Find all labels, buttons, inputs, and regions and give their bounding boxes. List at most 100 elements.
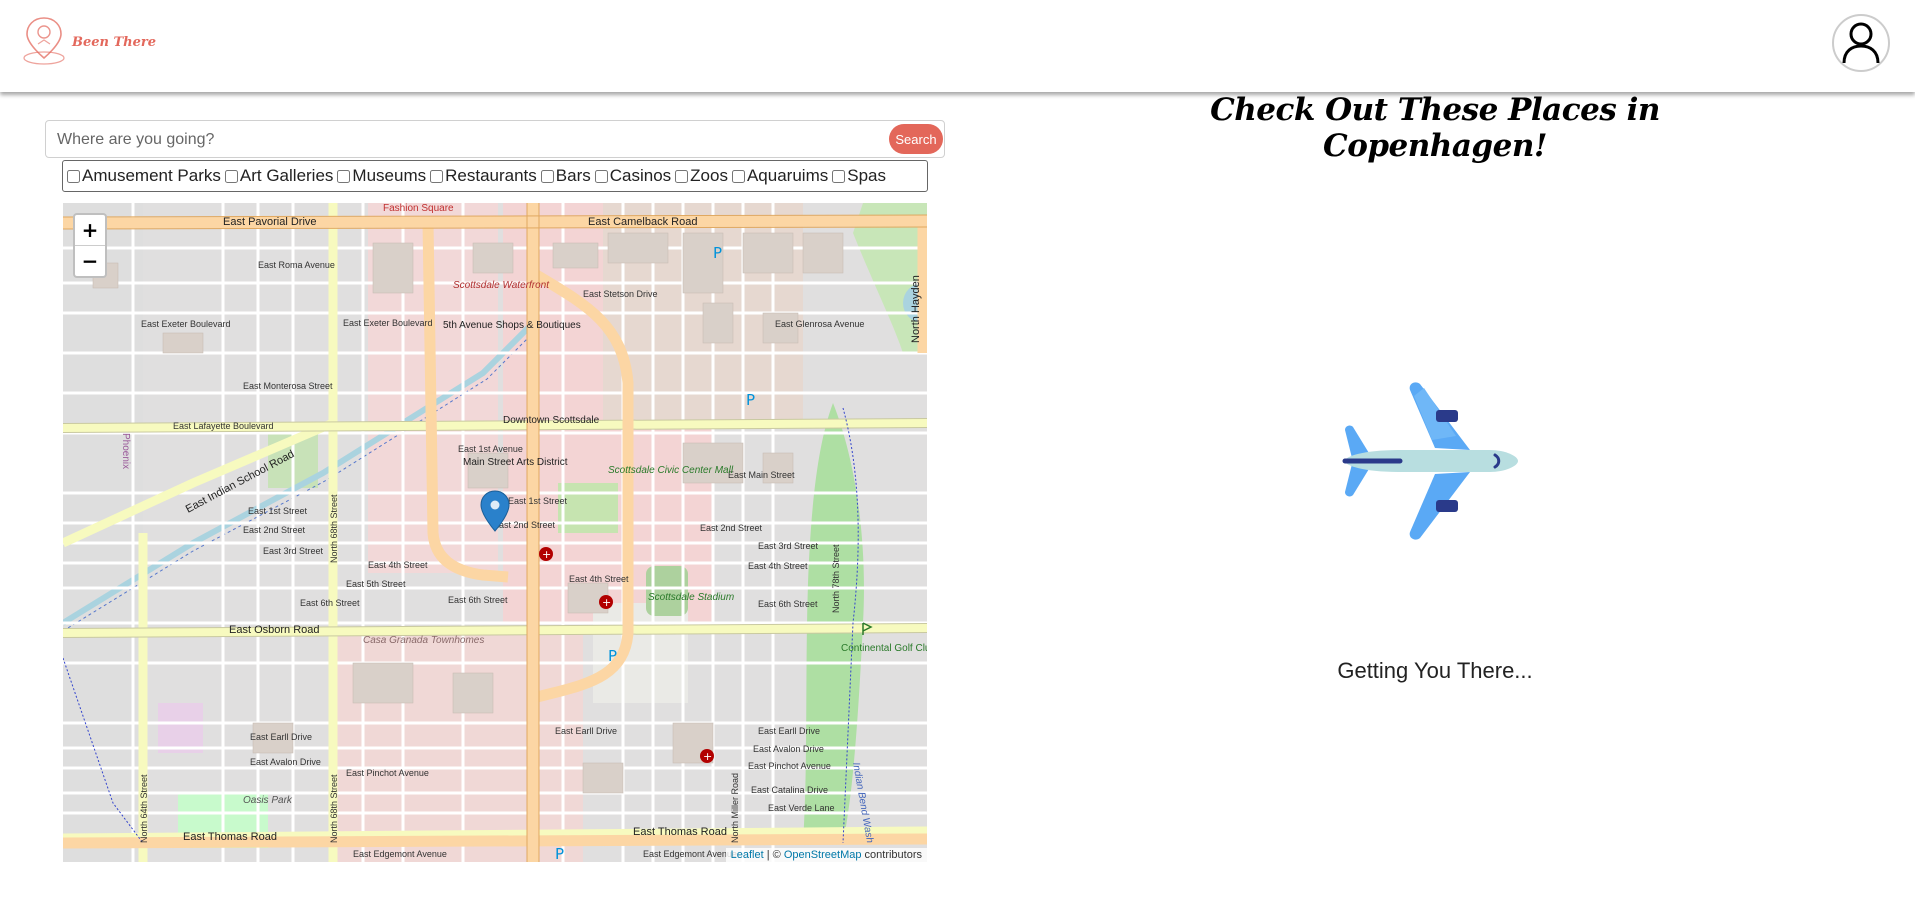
road-label: East Exeter Boulevard: [343, 318, 433, 328]
filter-restaurants[interactable]: Restaurants: [430, 166, 537, 186]
map-tiles[interactable]: + + + P P P P East Camelback Road East P…: [63, 203, 927, 862]
road-label: East Pinchot Avenue: [346, 768, 429, 778]
road-label: East Camelback Road: [588, 216, 697, 228]
filter-checkbox[interactable]: [67, 169, 80, 183]
filter-museums[interactable]: Museums: [337, 166, 426, 186]
filter-checkbox[interactable]: [675, 169, 689, 183]
road-label: East 2nd Street: [243, 525, 306, 535]
zoom-out-button[interactable]: −: [75, 246, 105, 276]
place-label: 5th Avenue Shops & Boutiques: [443, 320, 581, 331]
road-label: East Exeter Boulevard: [141, 319, 231, 329]
road-label: East Earll Drive: [250, 732, 312, 742]
road-label: North Miller Road: [730, 773, 740, 843]
road-label: East 1st Avenue: [458, 444, 523, 454]
osm-link[interactable]: OpenStreetMap: [784, 849, 862, 861]
road-label: East Earll Drive: [758, 726, 820, 736]
place-label: Continental Golf Club (Scottsdale): [841, 643, 927, 654]
place-label: Main Street Arts District: [463, 457, 568, 468]
place-label: Scottsdale Stadium: [648, 592, 734, 603]
filter-checkbox[interactable]: [224, 169, 238, 183]
road-label: East 2nd Street: [700, 523, 763, 533]
road-label: East Thomas Road: [183, 831, 277, 843]
filter-aquariums[interactable]: Aquaruims: [731, 166, 829, 186]
filter-label: Restaurants: [445, 166, 537, 185]
brand-logo[interactable]: Been There: [20, 14, 156, 66]
user-profile-button[interactable]: [1832, 14, 1890, 72]
filter-amusement-parks[interactable]: Amusement Parks: [67, 166, 221, 186]
road-label: North 68th Street: [329, 494, 339, 563]
destination-search-input[interactable]: [55, 125, 879, 155]
place-label: Casa Granada Townhomes: [363, 635, 484, 646]
road-label: East 1st Street: [508, 496, 568, 506]
svg-text:P: P: [555, 845, 564, 862]
attribution-suffix: contributors: [861, 849, 922, 861]
filter-label: Art Galleries: [239, 166, 334, 185]
top-nav-bar: Been There: [0, 0, 1915, 92]
place-label: Oasis Park: [243, 795, 293, 806]
place-label: Scottsdale Waterfront: [453, 280, 550, 291]
filter-casinos[interactable]: Casinos: [594, 166, 672, 186]
road-label: East 6th Street: [300, 598, 360, 608]
road-label: East Edgemont Avenue: [353, 849, 447, 859]
filter-art-galleries[interactable]: Art Galleries: [224, 166, 334, 186]
filter-label: Zoos: [690, 166, 728, 185]
filter-checkbox[interactable]: [731, 169, 745, 183]
road-label: East 4th Street: [368, 560, 428, 570]
road-label: East Earll Drive: [555, 726, 617, 736]
filter-label: Casinos: [609, 166, 672, 185]
road-label: East 6th Street: [448, 595, 508, 605]
road-label: East Edgemont Avenue: [643, 849, 737, 859]
filter-checkbox[interactable]: [430, 169, 444, 183]
road-label: East 6th Street: [758, 599, 818, 609]
road-label: East Roma Avenue: [258, 260, 335, 270]
road-label: East Pinchot Avenue: [748, 761, 831, 771]
svg-text:P: P: [713, 244, 722, 262]
road-label: North 64th Street: [139, 774, 149, 843]
place-label: Scottsdale Civic Center Mall: [608, 465, 734, 476]
page-title: Check Out These Places in Copenhagen!: [1210, 92, 1660, 164]
brand-name: Been There: [72, 34, 157, 50]
leaflet-link[interactable]: Leaflet: [731, 849, 764, 861]
user-icon: [1842, 22, 1880, 64]
road-label: North 68th Street: [329, 774, 339, 843]
attribution-separator: | ©: [763, 849, 784, 861]
filter-checkbox[interactable]: [337, 169, 351, 183]
search-button[interactable]: Search: [889, 124, 943, 154]
filter-label: Bars: [555, 166, 591, 185]
road-label: East Main Street: [728, 470, 795, 480]
road-label: North Hayden: [910, 275, 922, 343]
road-label: East 4th Street: [748, 561, 808, 571]
road-label: East Verde Lane: [768, 803, 835, 813]
road-label: East 3rd Street: [758, 541, 819, 551]
filter-checkbox[interactable]: [832, 169, 846, 183]
road-label: East 5th Street: [346, 579, 406, 589]
road-label: East 4th Street: [569, 574, 629, 584]
search-bar: Search: [45, 120, 945, 158]
place-label: Fashion Square: [383, 203, 454, 214]
road-label: East Stetson Drive: [583, 289, 658, 299]
filter-spas[interactable]: Spas: [832, 166, 886, 186]
zoom-in-button[interactable]: +: [75, 215, 105, 246]
road-label: East Avalon Drive: [753, 744, 824, 754]
road-label: East Thomas Road: [633, 826, 727, 838]
svg-text:+: +: [703, 750, 712, 763]
filter-label: Aquaruims: [746, 166, 829, 185]
road-label: East 3rd Street: [263, 546, 324, 556]
filter-label: Spas: [847, 166, 886, 185]
place-label: Phoenix: [120, 433, 131, 469]
map-view[interactable]: + + + P P P P East Camelback Road East P…: [63, 203, 927, 862]
svg-text:P: P: [746, 391, 755, 409]
filter-label: Amusement Parks: [82, 166, 221, 185]
loading-message: Getting You There...: [1337, 658, 1533, 683]
filter-zoos[interactable]: Zoos: [675, 166, 728, 186]
road-label: East Catalina Drive: [751, 785, 828, 795]
map-attribution: Leaflet | © OpenStreetMap contributors: [725, 848, 927, 862]
map-zoom-control: + −: [73, 213, 107, 278]
road-label: East Glenrosa Avenue: [775, 319, 864, 329]
filter-bars[interactable]: Bars: [540, 166, 591, 186]
map-pin-logo-icon: [23, 17, 65, 65]
road-label: East Pavorial Drive: [223, 216, 317, 228]
filter-checkbox[interactable]: [594, 169, 608, 183]
filter-checkbox[interactable]: [540, 169, 554, 183]
place-label: Downtown Scottsdale: [503, 415, 600, 426]
